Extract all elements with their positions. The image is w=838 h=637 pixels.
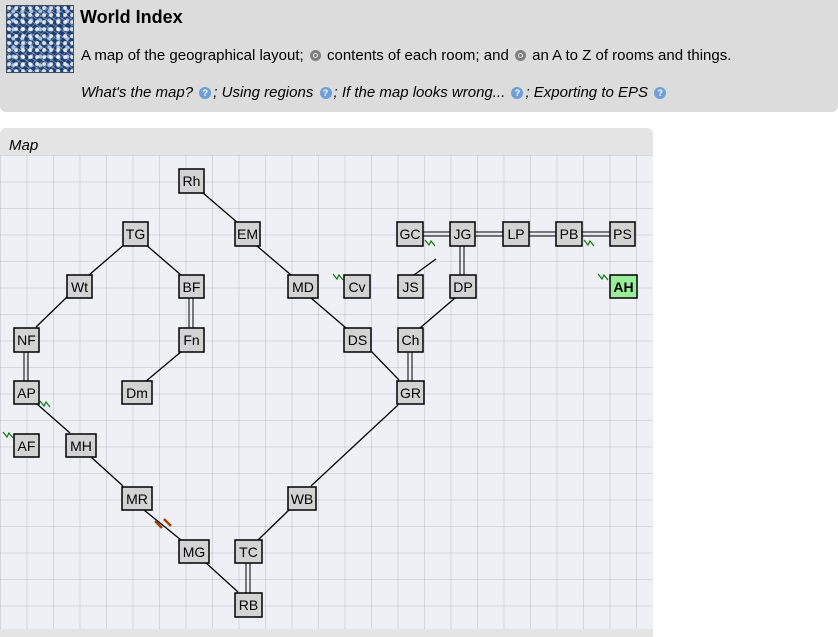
teleport-icon [597,273,609,281]
svg-text:MR: MR [126,491,148,507]
room-Cv[interactable]: Cv [343,274,371,299]
svg-text:EM: EM [237,226,258,242]
teleport-icon [332,273,344,281]
room-PS[interactable]: PS [609,221,636,247]
svg-text:PS: PS [613,226,632,242]
room-BF[interactable]: BF [178,274,205,299]
room-TG[interactable]: TG [122,221,149,247]
teleport-icon [583,239,595,247]
svg-text:WB: WB [291,491,314,507]
room-WB[interactable]: WB [287,486,317,511]
room-NF[interactable]: NF [13,327,40,353]
room-Fn[interactable]: Fn [178,327,205,353]
svg-text:JS: JS [402,279,418,295]
svg-text:DP: DP [453,279,472,295]
svg-text:GR: GR [400,385,421,401]
room-MG[interactable]: MG [178,539,210,564]
teleport-icon [39,400,51,408]
room-AP[interactable]: AP [13,380,40,405]
room-JG[interactable]: JG [449,221,476,247]
svg-text:Cv: Cv [348,279,365,295]
teleport-icon [424,239,436,247]
room-Rh[interactable]: Rh [178,168,205,194]
teleport-icon [2,431,14,439]
room-JS[interactable]: JS [397,274,424,299]
room-PB[interactable]: PB [555,221,583,247]
svg-text:DS: DS [348,332,367,348]
svg-text:MH: MH [70,438,92,454]
svg-text:NF: NF [17,332,36,348]
svg-text:Dm: Dm [126,385,148,401]
room-MR[interactable]: MR [121,486,153,511]
room-Wt[interactable]: Wt [66,274,93,299]
svg-text:Fn: Fn [183,332,199,348]
room-DP[interactable]: DP [449,274,477,299]
room-LP[interactable]: LP [502,221,530,247]
room-Dm[interactable]: Dm [121,380,153,405]
room-EM[interactable]: EM [234,221,261,247]
room-GC[interactable]: GC [396,221,424,247]
room-GR[interactable]: GR [396,380,425,405]
svg-text:PB: PB [560,226,579,242]
room-Ch[interactable]: Ch [397,327,424,353]
map-connections [23,192,610,593]
room-DS[interactable]: DS [343,327,372,353]
svg-text:GC: GC [400,226,421,242]
svg-text:AP: AP [17,385,36,401]
svg-text:MD: MD [292,279,314,295]
room-AF[interactable]: AF [13,433,40,458]
svg-text:AF: AF [18,438,36,454]
svg-text:TG: TG [126,226,145,242]
svg-text:LP: LP [507,226,524,242]
svg-text:MG: MG [183,544,206,560]
svg-text:Ch: Ch [402,332,420,348]
svg-text:Rh: Rh [183,173,201,189]
svg-text:RB: RB [239,597,258,613]
svg-text:Wt: Wt [71,279,88,295]
room-MH[interactable]: MH [65,433,97,458]
teleport-markers [2,239,609,439]
svg-text:AH: AH [613,279,633,295]
world-map: Rh TG EM GC JG LP PB PS Wt BF MD Cv JS D… [2,168,638,618]
room-MD[interactable]: MD [287,274,319,299]
svg-text:TC: TC [239,544,258,560]
svg-text:JG: JG [454,226,472,242]
svg-text:BF: BF [183,279,201,295]
room-RB[interactable]: RB [234,592,263,618]
room-AH-current[interactable]: AH [609,274,638,299]
room-TC[interactable]: TC [234,539,263,564]
